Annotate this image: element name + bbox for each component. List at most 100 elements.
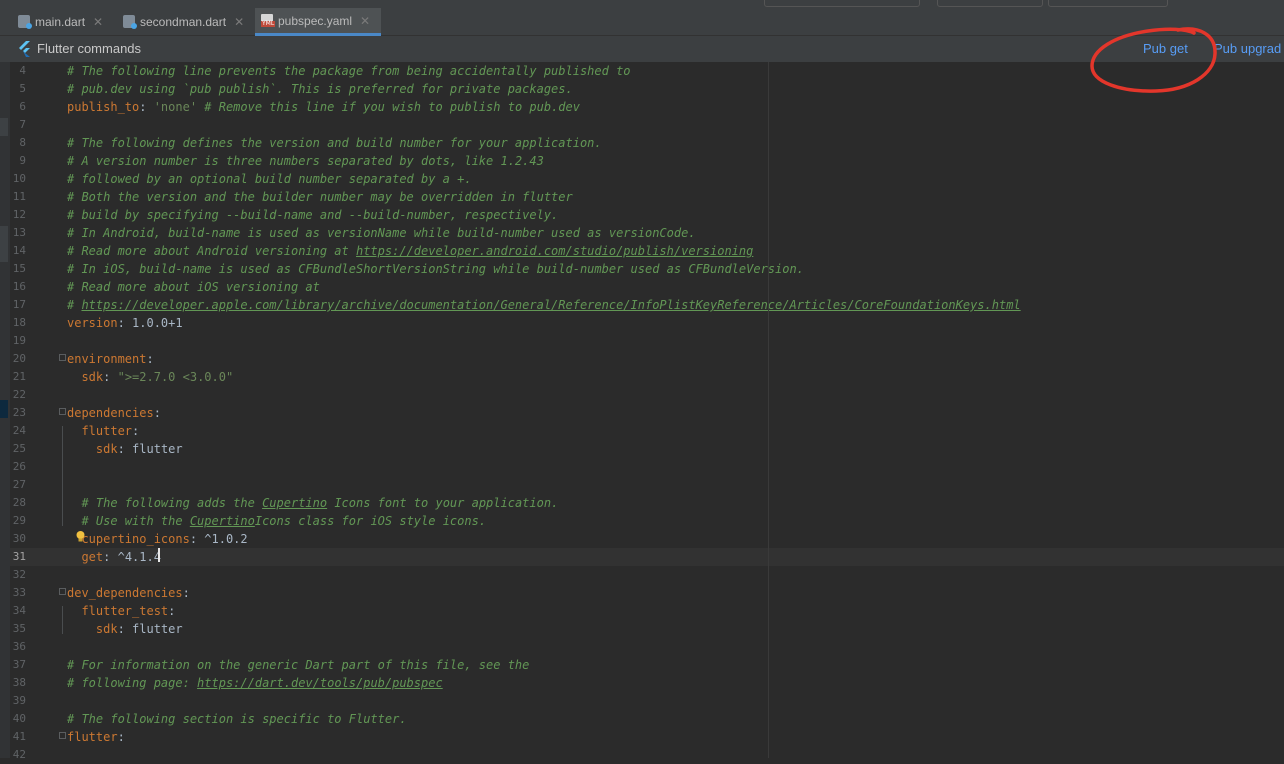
code-line[interactable]: 6 publish_to: 'none' # Remove this line i… <box>10 98 1284 116</box>
code-token: dev_dependencies <box>67 586 183 600</box>
code-line[interactable]: 13 # In Android, build-name is used as ve… <box>10 224 1284 242</box>
code-line[interactable]: 31 get: ^4.1.4 <box>10 548 1284 566</box>
close-icon[interactable]: ✕ <box>93 15 103 29</box>
code-text: sdk: flutter <box>67 620 183 638</box>
line-number: 30 <box>12 532 26 545</box>
code-line[interactable]: 32 <box>10 566 1284 584</box>
code-token: : ^1.0.2 <box>189 532 248 546</box>
code-text: flutter_test: <box>67 602 175 620</box>
line-number: 12 <box>12 208 26 221</box>
code-text: # Use with the CupertinoIcons class for … <box>67 512 486 530</box>
line-number: 39 <box>12 694 26 707</box>
tab-pubspec-yaml[interactable]: YML pubspec.yaml ✕ <box>255 8 381 36</box>
code-text: # For information on the generic Dart pa… <box>67 656 529 674</box>
code-text: environment: <box>67 350 154 368</box>
code-line[interactable]: 19 <box>10 332 1284 350</box>
tab-main-dart[interactable]: main.dart ✕ <box>12 8 103 35</box>
code-line[interactable]: 27 <box>10 476 1284 494</box>
line-number: 42 <box>12 748 26 761</box>
code-text: # In Android, build-name is used as vers… <box>67 224 696 242</box>
code-line[interactable]: 22 <box>10 386 1284 404</box>
code-token: dependencies <box>67 406 154 420</box>
lightbulb-icon[interactable] <box>76 531 85 542</box>
code-line[interactable]: 7 <box>10 116 1284 134</box>
code-token: : <box>117 730 125 744</box>
code-token: flutter <box>81 424 133 438</box>
code-token: environment <box>67 352 147 366</box>
fold-marker[interactable] <box>59 732 66 739</box>
line-number: 22 <box>12 388 26 401</box>
code-text: # The following adds the Cupertino Icons… <box>67 494 558 512</box>
fold-marker[interactable] <box>59 354 66 361</box>
code-line[interactable]: 25 sdk: flutter <box>10 440 1284 458</box>
fold-marker[interactable] <box>59 588 66 595</box>
code-editor[interactable]: 42 41 flutter: 40 # The following section is… <box>10 62 1284 761</box>
project-panel-edge <box>0 62 10 758</box>
code-line[interactable]: 41 flutter: <box>10 728 1284 746</box>
tab-secondman-dart[interactable]: secondman.dart ✕ <box>117 8 244 35</box>
close-icon[interactable]: ✕ <box>360 14 370 28</box>
code-token: # following page: <box>67 676 198 690</box>
code-token: # Both the version and the builder numbe… <box>67 190 573 204</box>
code-line[interactable]: 21 sdk: ">=2.7.0 <3.0.0" <box>10 368 1284 386</box>
editor-tab-bar: main.dart ✕ secondman.dart ✕ YML pubspec… <box>0 8 1284 36</box>
yaml-file-icon: YML <box>261 14 276 27</box>
code-line[interactable]: 42 <box>10 746 1284 764</box>
line-number: 36 <box>12 640 26 653</box>
tab-label: main.dart <box>35 14 86 29</box>
code-token: # <box>67 298 82 312</box>
code-line[interactable]: 30 cupertino_icons: ^1.0.2 <box>10 530 1284 548</box>
line-number: 28 <box>12 496 26 509</box>
line-number: 16 <box>12 280 26 293</box>
line-number: 41 <box>12 730 26 743</box>
code-line[interactable]: 26 <box>10 458 1284 476</box>
code-line[interactable]: 24 flutter: <box>10 422 1284 440</box>
code-line[interactable]: 10 # followed by an optional build number… <box>10 170 1284 188</box>
code-line[interactable]: 38 # following page: https://dart.dev/too… <box>10 674 1284 692</box>
code-token: # pub.dev using `pub publish`. This is p… <box>67 82 573 96</box>
code-line[interactable]: 14 # Read more about Android versioning a… <box>10 242 1284 260</box>
code-text: flutter: <box>67 728 125 746</box>
code-line[interactable]: 36 <box>10 638 1284 656</box>
code-line[interactable]: 4 # The following line prevents the packa… <box>10 62 1284 80</box>
code-line[interactable]: 9 # A version number is three numbers sep… <box>10 152 1284 170</box>
run-config-selector[interactable] <box>764 0 920 7</box>
code-token: : <box>139 100 154 114</box>
code-line[interactable]: 18 version: 1.0.0+1 <box>10 314 1284 332</box>
code-line[interactable]: 34 flutter_test: <box>10 602 1284 620</box>
code-line[interactable]: 17 # https://developer.apple.com/library/… <box>10 296 1284 314</box>
code-token: : <box>153 406 161 420</box>
pub-get-button[interactable]: Pub get <box>1143 41 1188 56</box>
code-line[interactable]: 8 # The following defines the version and… <box>10 134 1284 152</box>
code-line[interactable]: 29 # Use with the CupertinoIcons class f… <box>10 512 1284 530</box>
code-line[interactable]: 16 # Read more about iOS versioning at <box>10 278 1284 296</box>
code-line[interactable]: 40 # The following section is specific to… <box>10 710 1284 728</box>
code-line[interactable]: 37 # For information on the generic Dart … <box>10 656 1284 674</box>
code-line[interactable]: 15 # In iOS, build-name is used as CFBund… <box>10 260 1284 278</box>
pub-upgrade-button[interactable]: Pub upgrad <box>1214 41 1281 56</box>
code-line[interactable]: 23 dependencies: <box>10 404 1284 422</box>
code-line[interactable]: 35 sdk: flutter <box>10 620 1284 638</box>
code-line[interactable]: 5 # pub.dev using `pub publish`. This is … <box>10 80 1284 98</box>
line-number: 27 <box>12 478 26 491</box>
code-line[interactable]: 12 # build by specifying --build-name and… <box>10 206 1284 224</box>
code-line[interactable]: 28 # The following adds the Cupertino Ic… <box>10 494 1284 512</box>
fold-marker[interactable] <box>59 408 66 415</box>
line-number: 6 <box>19 100 26 113</box>
close-icon[interactable]: ✕ <box>234 15 244 29</box>
line-number: 33 <box>12 586 26 599</box>
code-token: # In iOS, build-name is used as CFBundle… <box>67 262 804 276</box>
text-cursor <box>158 548 160 562</box>
code-token: https://developer.android.com/studio/pub… <box>355 244 754 258</box>
code-line[interactable]: 39 <box>10 692 1284 710</box>
line-number: 35 <box>12 622 26 635</box>
code-line[interactable]: 20 environment: <box>10 350 1284 368</box>
code-line[interactable]: 11 # Both the version and the builder num… <box>10 188 1284 206</box>
device-selector[interactable] <box>937 0 1043 7</box>
toolbar-selector[interactable] <box>1048 0 1168 7</box>
code-token: # The following line prevents the packag… <box>67 64 631 78</box>
code-line[interactable]: 33 dev_dependencies: <box>10 584 1284 602</box>
